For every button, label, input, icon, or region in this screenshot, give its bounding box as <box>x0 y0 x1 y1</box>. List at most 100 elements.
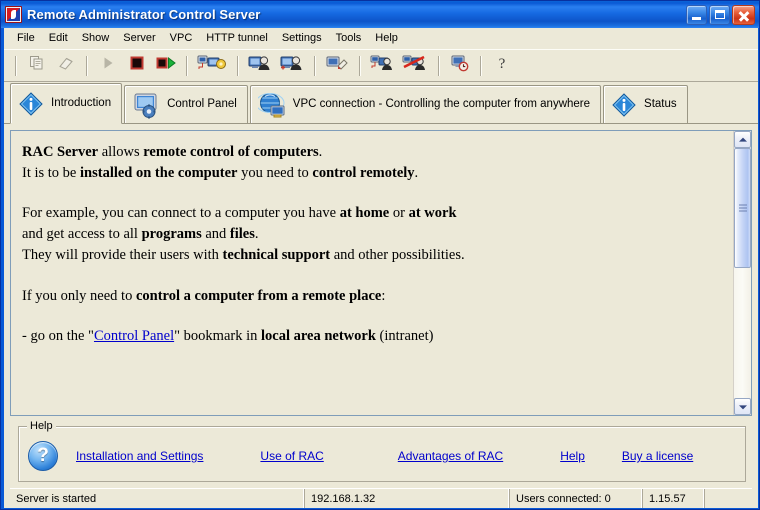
connect-user-icon[interactable] <box>368 54 396 78</box>
status-server-state: Server is started <box>10 489 305 508</box>
content-emphasis: control remotely <box>312 164 415 181</box>
window-controls <box>686 4 755 25</box>
scrollbar-thumb[interactable] <box>734 148 751 268</box>
eraser-icon <box>53 54 78 78</box>
toolbar-separator <box>359 55 360 76</box>
menu-tools[interactable]: Tools <box>329 30 369 48</box>
user-add-icon[interactable] <box>278 54 306 78</box>
tab-label: Status <box>644 98 677 110</box>
help-link-advantages-of-rac[interactable]: Advantages of RAC <box>398 449 503 463</box>
content-link-control-panel[interactable]: Control Panel <box>94 328 174 344</box>
server-clock-icon[interactable] <box>447 54 472 78</box>
content-emphasis: installed on the computer <box>80 164 238 181</box>
content-text-run: : <box>381 287 386 304</box>
toolbar-separator <box>480 55 481 76</box>
status-bar: Server is started 192.168.1.32 Users con… <box>10 488 752 508</box>
toolbar-separator <box>314 55 315 76</box>
vertical-scrollbar[interactable] <box>733 131 751 415</box>
content-emphasis: at home <box>339 205 390 222</box>
scroll-up-icon[interactable] <box>734 131 751 148</box>
content-emphasis: RAC Server <box>22 144 99 160</box>
menu-vpc[interactable]: VPC <box>163 30 200 48</box>
tab-strip: Introduction Control Panel VPC connectio… <box>4 82 758 124</box>
toolbar-separator <box>438 55 439 76</box>
toolbar-separator <box>237 55 238 76</box>
introduction-panel: RAC Server allows remote control of comp… <box>10 130 752 416</box>
svg-text:?: ? <box>498 56 505 72</box>
status-users-connected: Users connected: 0 <box>510 489 643 508</box>
content-emphasis: technical support <box>222 246 331 263</box>
content-emphasis: programs <box>141 226 202 243</box>
content-text-run: For example, you can connect to a comput… <box>22 205 340 222</box>
content-emphasis: remote control of computers <box>143 144 319 160</box>
menu-server[interactable]: Server <box>116 30 162 48</box>
content-line: and get access to all programs and files… <box>22 224 733 245</box>
scroll-down-icon[interactable] <box>734 398 751 415</box>
content-line: They will provide their users with techn… <box>22 245 733 266</box>
content-text-run: and get access to all <box>22 226 142 243</box>
content-line: It is to be installed on the computer yo… <box>22 163 733 184</box>
content-text-run: allows <box>98 144 144 160</box>
content-text-run: " bookmark in <box>174 328 261 345</box>
minimize-button[interactable] <box>686 4 707 25</box>
menu-settings[interactable]: Settings <box>275 30 329 48</box>
menu-show[interactable]: Show <box>75 30 117 48</box>
info-diamond-icon <box>19 91 43 116</box>
help-question-icon[interactable]: ? <box>489 54 514 78</box>
content-text-run: If you only need to <box>22 287 136 304</box>
maximize-button[interactable] <box>709 4 730 25</box>
play-icon <box>95 54 120 78</box>
menu-edit[interactable]: Edit <box>42 30 75 48</box>
introduction-text: RAC Server allows remote control of comp… <box>11 131 733 415</box>
client-area: File Edit Show Server VPC HTTP tunnel Se… <box>4 28 758 508</box>
globe-monitor-icon <box>257 92 285 117</box>
rac-logo-icon <box>5 6 22 23</box>
copy-icon <box>24 54 49 78</box>
scrollbar-track[interactable] <box>734 148 751 398</box>
content-text-run: It is to be <box>22 164 80 181</box>
content-text-run: They will provide their users with <box>22 246 223 263</box>
content-line: For example, you can connect to a comput… <box>22 203 733 224</box>
help-group-box: Help ? Installation and Settings Use of … <box>18 420 746 482</box>
menu-http-tunnel[interactable]: HTTP tunnel <box>199 30 275 48</box>
tab-introduction[interactable]: Introduction <box>10 83 123 124</box>
content-emphasis: control a computer from a remote place <box>135 287 382 304</box>
tab-status[interactable]: Status <box>603 85 688 123</box>
content-text-run: you need to <box>237 164 313 181</box>
stop-icon[interactable] <box>124 54 149 78</box>
monitor-gear-icon <box>134 93 157 118</box>
content-text-run: and other possibilities. <box>330 246 465 263</box>
content-line: If you only need to control a computer f… <box>22 286 733 307</box>
help-link-installation-and-settings[interactable]: Installation and Settings <box>76 449 203 463</box>
content-line: - go on the "Control Panel" bookmark in … <box>22 326 733 347</box>
stop-and-start-icon[interactable] <box>153 54 178 78</box>
content-emphasis: files <box>229 226 255 243</box>
help-group-legend: Help <box>27 420 56 432</box>
content-area: RAC Server allows remote control of comp… <box>4 124 758 508</box>
help-question-icon: ? <box>28 441 58 471</box>
tab-control-panel[interactable]: Control Panel <box>124 85 248 123</box>
content-emphasis: local area network <box>261 328 376 345</box>
disconnect-user-icon[interactable] <box>400 54 430 78</box>
application-window: Remote Administrator Control Server File… <box>0 0 760 510</box>
content-text-run: . <box>254 226 259 243</box>
title-bar: Remote Administrator Control Server <box>1 1 759 28</box>
menu-bar: File Edit Show Server VPC HTTP tunnel Se… <box>4 28 758 49</box>
menu-help[interactable]: Help <box>368 30 405 48</box>
help-link-help[interactable]: Help <box>560 449 585 463</box>
tab-label: Control Panel <box>167 98 237 110</box>
user-properties-icon[interactable] <box>323 54 351 78</box>
content-text-run: and <box>201 226 230 243</box>
content-emphasis: at work <box>408 205 457 222</box>
network-settings-icon[interactable] <box>195 54 229 78</box>
tab-label: Introduction <box>51 97 112 109</box>
user-icon[interactable] <box>246 54 274 78</box>
close-button[interactable] <box>732 4 755 25</box>
tab-vpc-connection[interactable]: VPC connection - Controlling the compute… <box>249 85 602 123</box>
help-link-use-of-rac[interactable]: Use of RAC <box>260 449 323 463</box>
help-link-buy-a-license[interactable]: Buy a license <box>622 449 693 463</box>
menu-file[interactable]: File <box>10 30 42 48</box>
